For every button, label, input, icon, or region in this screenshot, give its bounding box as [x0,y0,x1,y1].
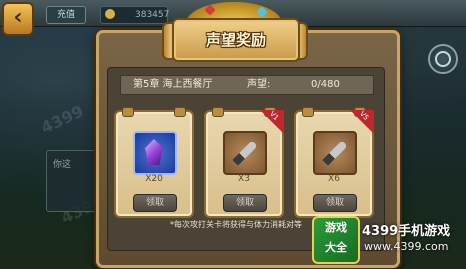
recharge-button[interactable]: 充值 [46,6,86,24]
coin-icon [105,9,115,19]
card-clip [302,107,314,117]
logo-name: 4399手机游戏 [362,224,451,239]
currency-display: 383457 [100,6,170,24]
logo-badge-icon: 游戏 大全 [312,216,360,264]
reward-quantity: X3 [238,174,250,184]
back-button[interactable]: ‹ [2,2,34,36]
side-menu-button[interactable] [428,44,458,74]
reward-card: V5 X6 领取 [294,107,374,218]
site-logo: 游戏 大全 4399手机游戏 www.4399.com [306,214,466,269]
dagger-icon [322,140,348,166]
circle-icon [435,51,451,67]
claim-button[interactable]: 领取 [313,194,357,212]
reputation-label: 声望: [247,79,271,90]
card-clip [122,107,134,117]
back-arrow-icon: ‹ [13,5,23,30]
reward-card: V1 X3 领取 [204,107,284,218]
currency-value: 383457 [135,10,170,20]
dialog-title: 声望奖励 [205,31,266,49]
reward-card: X20 领取 [114,107,194,218]
chapter-info-bar: 第5章 海上西餐厅 声望: 0/480 [120,75,374,95]
reward-item-slot[interactable] [223,131,267,175]
background-panel: 你这 [46,150,100,212]
chapter-label: 第5章 海上西餐厅 [133,79,213,90]
dagger-icon [232,140,258,166]
claim-button[interactable]: 领取 [133,194,177,212]
background-panel-label: 你这 [53,160,72,170]
reputation-value: 0/480 [311,79,340,90]
card-clip [212,107,224,117]
reward-item-slot[interactable] [133,131,177,175]
card-clip [174,107,186,117]
reward-quantity: X6 [328,174,340,184]
logo-url: www.4399.com [364,240,449,253]
logo-badge-top: 游戏 [325,221,347,234]
reward-quantity: X20 [145,174,163,184]
claim-button[interactable]: 领取 [223,194,267,212]
purple-gem-icon [145,139,163,165]
footnote: *每次攻打关卡将获得与体力消耗对等 [170,220,302,229]
title-banner: 声望奖励 [172,18,300,62]
logo-badge-bottom: 大全 [325,241,347,254]
reward-item-slot[interactable] [313,131,357,175]
